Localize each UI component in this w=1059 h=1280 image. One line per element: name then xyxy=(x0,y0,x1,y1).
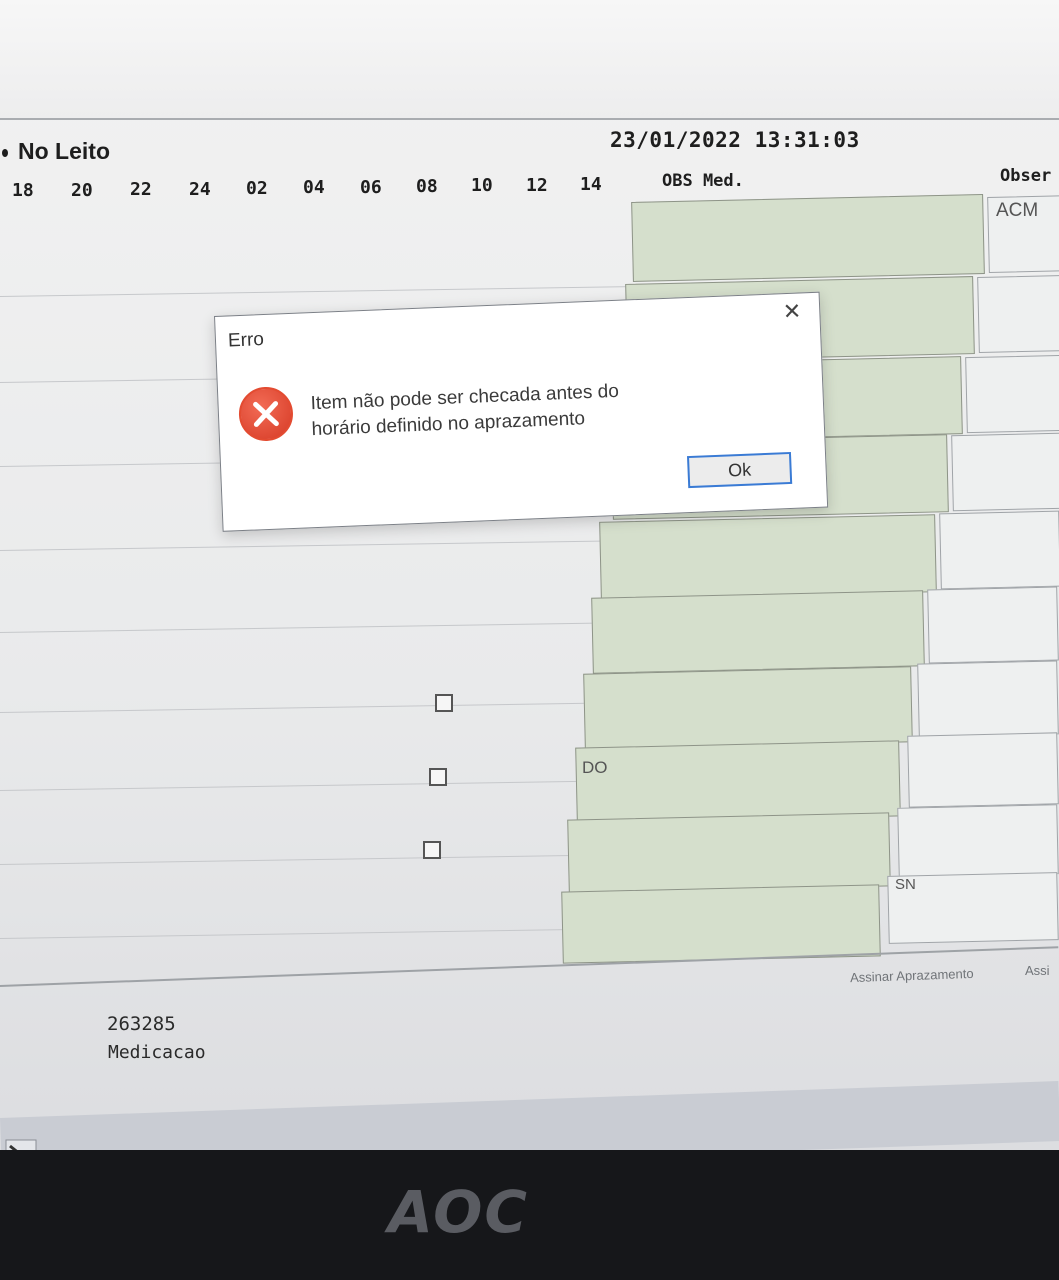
observation-cell[interactable] xyxy=(907,732,1059,808)
obs-med-cell[interactable] xyxy=(591,590,925,674)
administration-checkbox[interactable] xyxy=(423,841,441,859)
row-divider xyxy=(0,780,580,791)
error-message: Item não pode ser checada antes do horár… xyxy=(310,377,672,443)
hour-col-22: 22 xyxy=(130,179,152,200)
hour-col-12: 12 xyxy=(526,175,548,196)
sign-scheduling-button[interactable]: Assinar Aprazamento xyxy=(850,966,974,985)
toolbar-area xyxy=(0,0,1059,120)
observation-cell[interactable] xyxy=(897,804,1059,878)
row-divider xyxy=(0,286,630,297)
hour-col-08: 08 xyxy=(416,176,438,197)
obs-med-note: DO xyxy=(582,758,608,777)
row-divider xyxy=(0,702,588,713)
hour-col-24: 24 xyxy=(189,179,211,200)
hour-col-04: 04 xyxy=(303,177,325,198)
observation-cell[interactable] xyxy=(977,274,1059,354)
monitor-brand-logo: AOC xyxy=(388,1178,529,1246)
dialog-title: Erro xyxy=(227,329,265,352)
administration-checkbox[interactable] xyxy=(429,768,447,786)
row-divider xyxy=(0,540,600,551)
observation-cell[interactable] xyxy=(927,586,1059,664)
patient-location-label: No Leito xyxy=(2,138,110,165)
observation-cell[interactable] xyxy=(951,432,1059,512)
hour-col-20: 20 xyxy=(71,180,93,201)
application-screen: No Leito 23/01/2022 13:31:03 18 20 22 24… xyxy=(0,0,1059,1150)
obs-med-cell-do[interactable] xyxy=(575,740,901,824)
obs-med-cell[interactable] xyxy=(599,514,937,600)
error-icon xyxy=(237,385,295,443)
observation-column-header: Obser xyxy=(1000,166,1052,186)
obs-med-cell[interactable] xyxy=(561,884,881,964)
obs-med-cell[interactable] xyxy=(631,194,985,282)
row-divider xyxy=(0,929,566,939)
row-divider xyxy=(0,855,572,865)
record-id: 263285 xyxy=(107,1013,176,1035)
hour-col-18: 18 xyxy=(12,180,34,201)
datetime-display: 23/01/2022 13:31:03 xyxy=(610,128,860,152)
observation-cell[interactable] xyxy=(939,510,1059,590)
administration-checkbox[interactable] xyxy=(435,694,453,712)
error-dialog: Erro ✕ Item não pode ser checada antes d… xyxy=(214,291,829,532)
monitor-bezel: AOC xyxy=(0,1150,1059,1280)
hour-col-06: 06 xyxy=(360,177,382,198)
sign-button-truncated[interactable]: Assi xyxy=(1025,963,1050,978)
hour-col-10: 10 xyxy=(471,175,493,196)
obs-med-cell[interactable] xyxy=(583,666,913,750)
ok-button[interactable]: Ok xyxy=(687,451,793,489)
obs-med-column-header: OBS Med. xyxy=(662,171,744,191)
record-type: Medicacao xyxy=(108,1042,206,1063)
obs-med-cell[interactable] xyxy=(567,812,891,894)
close-icon[interactable]: ✕ xyxy=(782,299,801,325)
bullet-icon xyxy=(2,148,8,157)
observation-value: SN xyxy=(895,876,916,893)
hour-col-14: 14 xyxy=(580,174,602,195)
observation-value: ACM xyxy=(996,200,1039,221)
row-divider xyxy=(0,622,596,633)
observation-cell[interactable] xyxy=(917,660,1059,738)
hour-col-02: 02 xyxy=(246,178,268,199)
observation-cell[interactable] xyxy=(965,354,1059,434)
